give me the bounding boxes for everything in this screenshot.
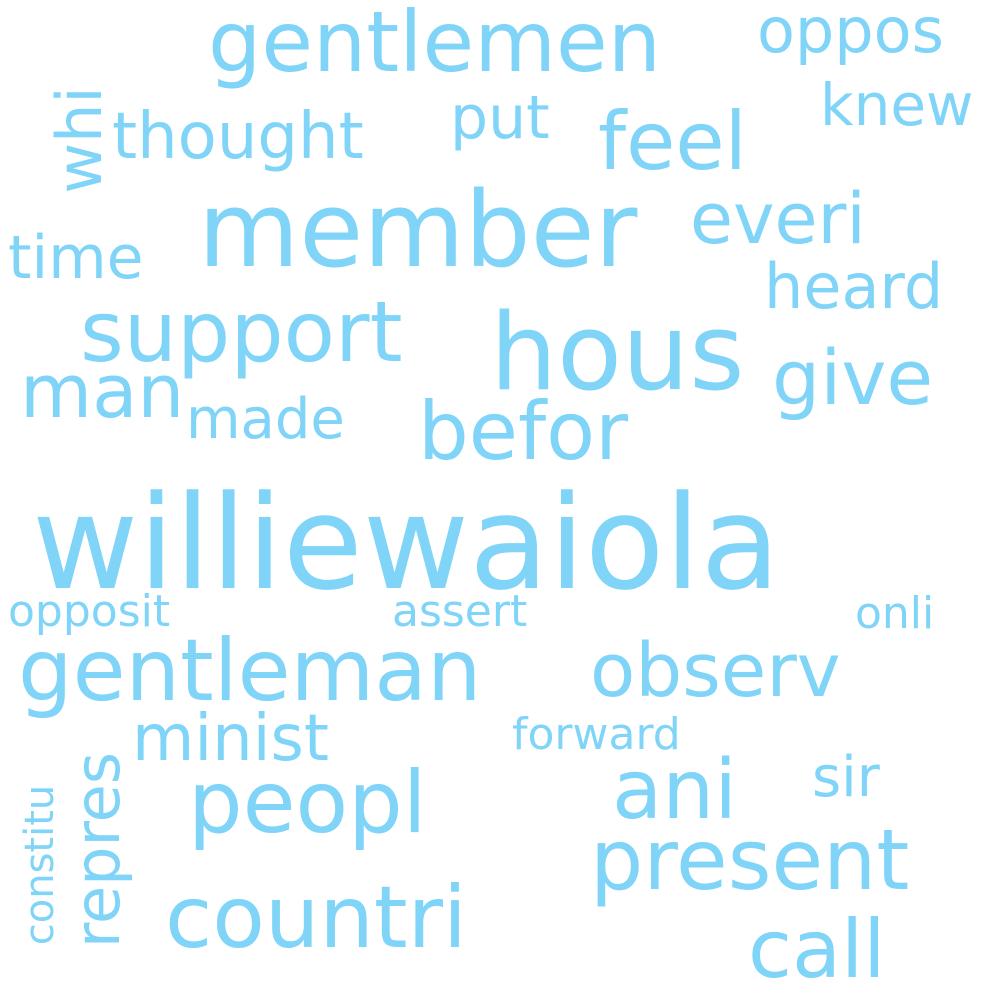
- word-thought: thought: [112, 100, 364, 174]
- word-gentlemen: gentlemen: [208, 0, 661, 91]
- word-ani: ani: [612, 743, 738, 838]
- word-made: made: [186, 387, 345, 452]
- word-oppos: oppos: [757, 0, 944, 67]
- word-time: time: [8, 223, 144, 293]
- word-whi: whi: [43, 86, 116, 194]
- word-call: call: [748, 903, 886, 996]
- word-onli: onli: [855, 588, 935, 639]
- word-knew: knew: [820, 71, 974, 139]
- word-member: member: [198, 169, 638, 291]
- word-constitu: constitu: [17, 784, 63, 946]
- word-heard: heard: [764, 250, 944, 323]
- word-opposit: opposit: [8, 586, 171, 637]
- word-everi: everi: [690, 178, 866, 260]
- word-repres: repres: [61, 751, 134, 949]
- word-minist: minist: [132, 702, 329, 776]
- word-sir: sir: [812, 745, 880, 810]
- word-assert: assert: [392, 586, 528, 637]
- word-cloud: williewaiola member hous gentleman gentl…: [0, 0, 1000, 1000]
- word-put: put: [450, 83, 550, 153]
- word-give: give: [772, 333, 934, 422]
- word-countri: countri: [165, 868, 467, 968]
- word-feel: feel: [598, 95, 747, 188]
- word-befor: befor: [418, 385, 628, 478]
- word-observ: observ: [590, 628, 841, 714]
- word-forward: forward: [512, 709, 681, 760]
- word-man: man: [20, 349, 185, 435]
